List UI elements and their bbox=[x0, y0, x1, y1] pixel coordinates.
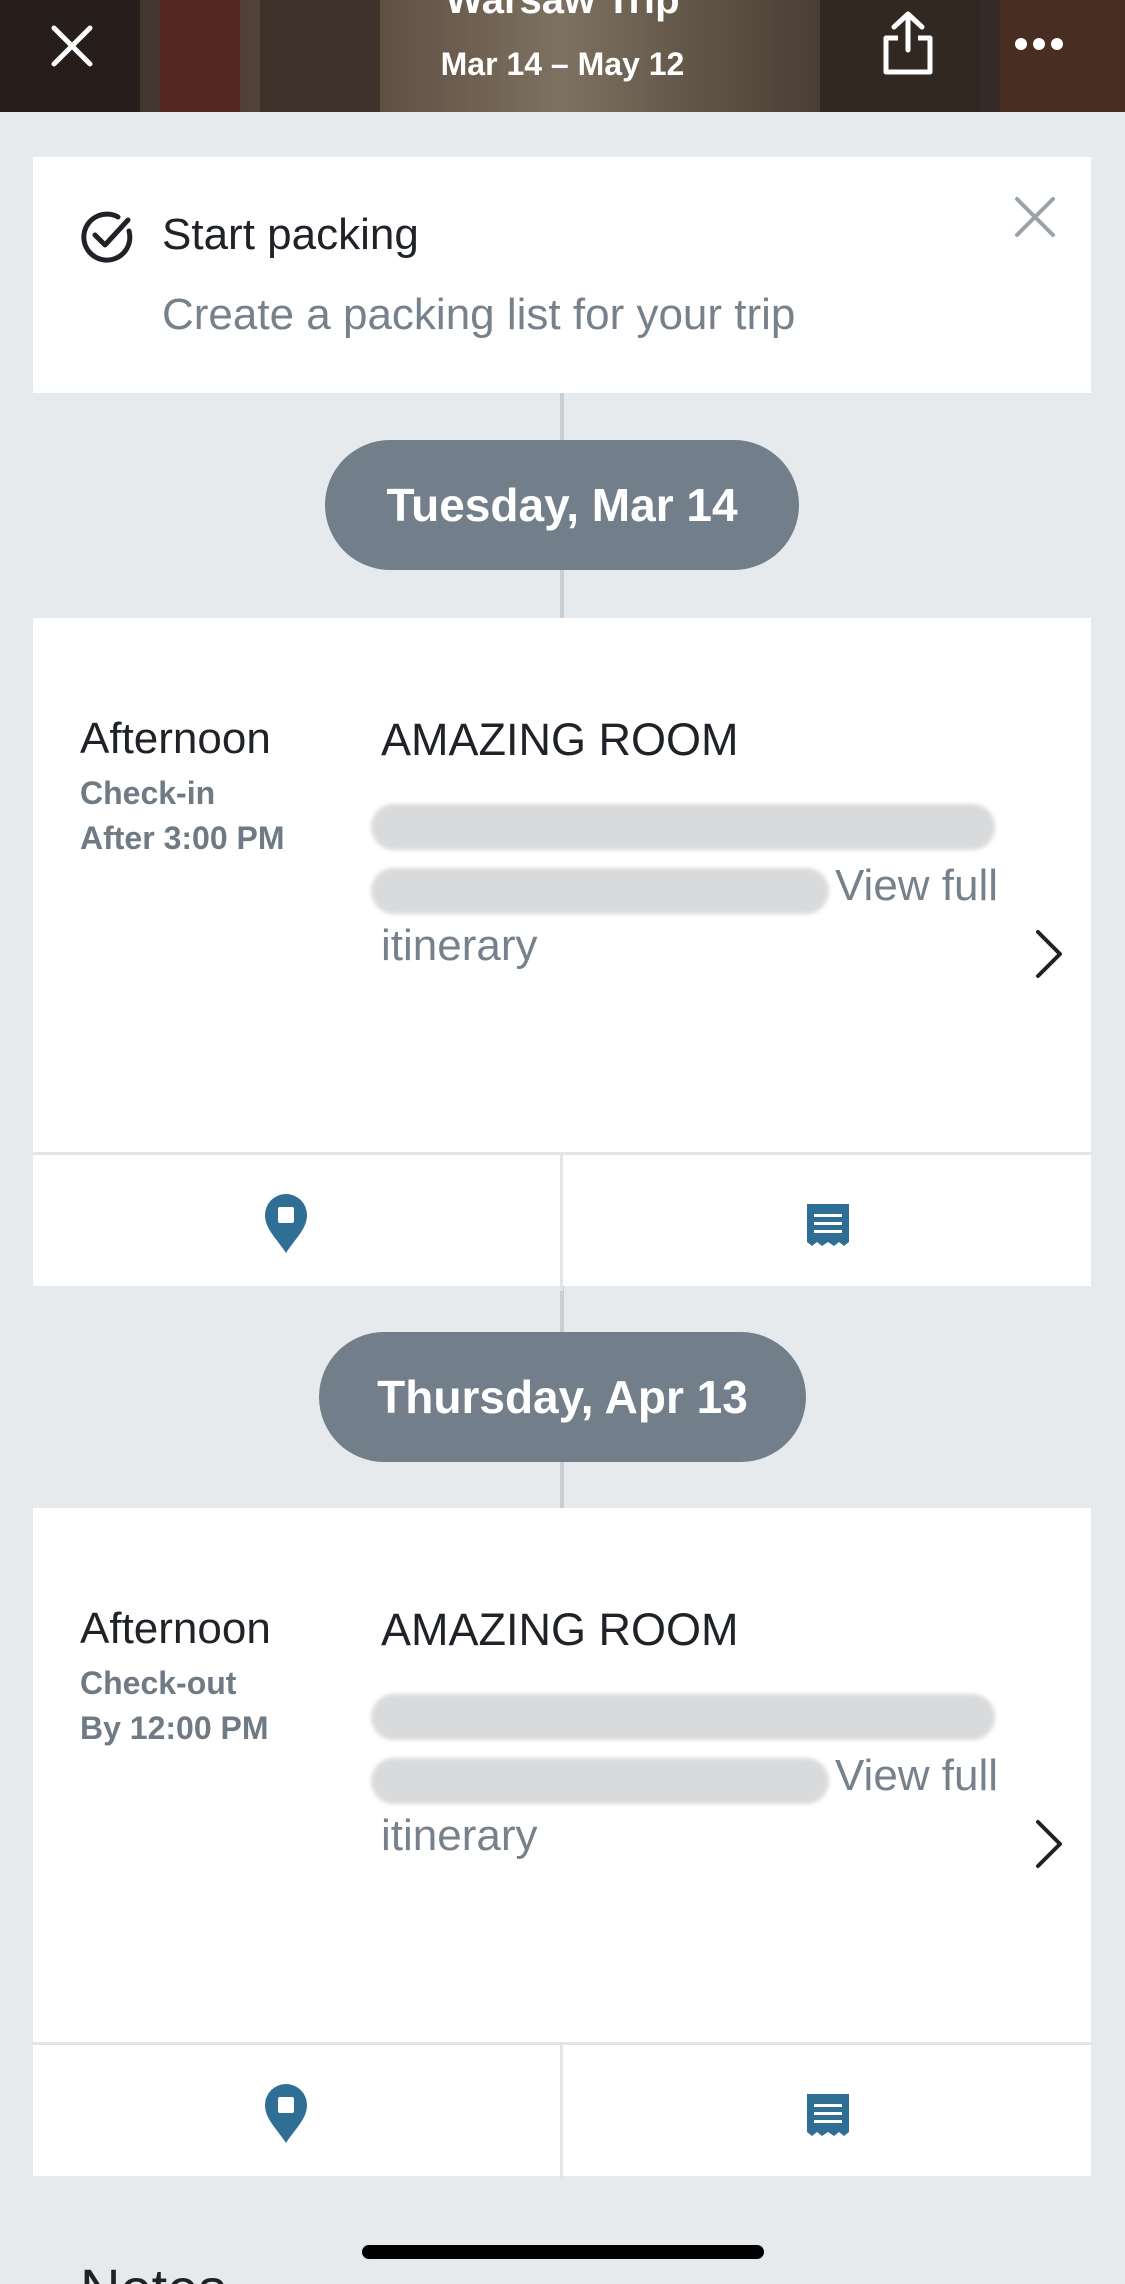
reservation-card[interactable]: Afternoon Check-in After 3:00 PM AMAZING… bbox=[33, 618, 1091, 1291]
listing-name: AMAZING ROOM bbox=[381, 714, 739, 765]
actions-divider bbox=[560, 1155, 563, 1291]
card-actions bbox=[33, 1152, 1091, 1291]
redacted-address bbox=[371, 1758, 829, 1804]
home-indicator bbox=[362, 2245, 764, 2259]
notes-heading: Notes bbox=[80, 2256, 226, 2284]
trip-title: Warsaw Trip bbox=[445, 0, 680, 22]
packing-card[interactable]: Start packing Create a packing list for … bbox=[33, 157, 1091, 393]
check-circle-icon bbox=[81, 211, 133, 263]
share-icon[interactable] bbox=[880, 10, 936, 76]
more-icon[interactable] bbox=[1014, 36, 1064, 52]
chevron-right-icon[interactable] bbox=[1033, 1818, 1065, 1870]
timeline-connector bbox=[560, 1460, 564, 1508]
segment-label: Check-out bbox=[80, 1665, 237, 1701]
timeline-connector bbox=[560, 570, 564, 618]
redacted-address bbox=[371, 1694, 995, 1740]
map-pin-icon[interactable] bbox=[263, 1193, 309, 1255]
redacted-address bbox=[371, 868, 829, 914]
listing-name: AMAZING ROOM bbox=[381, 1604, 739, 1655]
redacted-address bbox=[371, 804, 995, 850]
view-itinerary-link[interactable]: View full bbox=[835, 1751, 998, 1801]
segment-detail: After 3:00 PM bbox=[80, 820, 285, 856]
reservation-card[interactable]: Afternoon Check-out By 12:00 PM AMAZING … bbox=[33, 1508, 1091, 2181]
view-itinerary-link[interactable]: View full bbox=[835, 861, 998, 911]
map-pin-icon[interactable] bbox=[263, 2083, 309, 2145]
segment-time: Afternoon bbox=[80, 1604, 271, 1653]
date-pill: Tuesday, Mar 14 bbox=[325, 440, 799, 570]
packing-subtitle: Create a packing list for your trip bbox=[162, 290, 796, 339]
dismiss-icon[interactable] bbox=[1013, 195, 1057, 239]
view-itinerary-link[interactable]: itinerary bbox=[381, 1811, 538, 1861]
card-actions bbox=[33, 2042, 1091, 2181]
view-itinerary-link[interactable]: itinerary bbox=[381, 921, 538, 971]
segment-label: Check-in bbox=[80, 775, 216, 811]
chevron-right-icon[interactable] bbox=[1033, 928, 1065, 980]
segment-time: Afternoon bbox=[80, 714, 271, 763]
timeline-connector bbox=[560, 392, 564, 440]
receipt-icon[interactable] bbox=[805, 2092, 851, 2138]
trip-header: Warsaw Trip Mar 14 – May 12 bbox=[0, 0, 1125, 112]
receipt-icon[interactable] bbox=[805, 1202, 851, 1248]
segment-detail: By 12:00 PM bbox=[80, 1710, 269, 1746]
timeline-connector bbox=[560, 1284, 564, 1332]
trip-dates: Mar 14 – May 12 bbox=[440, 46, 685, 82]
date-pill: Thursday, Apr 13 bbox=[319, 1332, 806, 1462]
packing-title: Start packing bbox=[162, 210, 419, 259]
actions-divider bbox=[560, 2045, 563, 2181]
